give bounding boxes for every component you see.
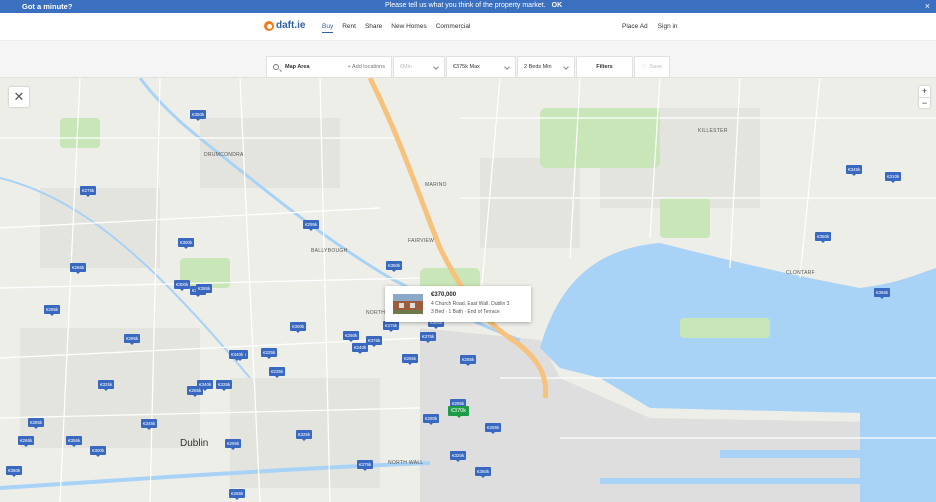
listing-popup[interactable]: €370,000 4 Church Road, East Wall, Dubli… [385,286,531,322]
selected-price-pin[interactable]: €370k [448,406,469,418]
price-pin[interactable]: €350k [815,232,832,243]
area-label: CLONTARF [786,270,815,276]
beds-min-value: 2 Beds Min [524,64,552,70]
heart-icon: ♡ [641,64,647,71]
price-pin[interactable]: €275k [80,186,97,197]
price-pin[interactable]: €345k [141,419,158,430]
price-pin[interactable]: €350k [386,261,403,272]
listing-photo[interactable] [393,294,423,314]
price-pin[interactable]: €300k [290,322,307,333]
price-pin[interactable]: €265k [70,263,87,274]
price-pin[interactable]: €320k [450,451,467,462]
nav-commercial[interactable]: Commercial [436,23,471,33]
price-pin[interactable]: €300k [178,238,195,249]
beds-min-select[interactable]: 2 Beds Min [517,56,575,78]
zoom-in-button[interactable]: + [919,86,930,97]
zoom-out-button[interactable]: − [919,97,930,108]
price-pin[interactable]: €295k [303,220,320,231]
listing-address: 4 Church Road, East Wall, Dublin 3 [431,301,510,307]
account-nav: Place Ad Sign in [622,23,688,30]
price-pin[interactable]: €375k [366,336,383,347]
price-pin[interactable]: €340k [229,350,246,361]
filter-bar: Map Area + Add locations €Min €375k Max … [0,41,936,78]
price-pin[interactable]: €365k [196,284,213,295]
location-tag[interactable]: Map Area [285,64,310,70]
close-map-button[interactable]: ✕ [9,87,29,107]
price-pin[interactable]: €295k [124,334,141,345]
save-search-button[interactable]: ♡ Save [634,56,670,78]
price-min-value: €Min [400,64,412,70]
banner-message-text: Please tell us what you think of the pro… [385,2,546,9]
price-max-select[interactable]: €375k Max [446,56,516,78]
price-pin[interactable]: €265k [402,354,419,365]
price-pin[interactable]: €265k [229,489,246,500]
price-pin[interactable]: €295k [44,305,61,316]
area-label: DRUMCONDRA [204,152,244,158]
place-ad-link[interactable]: Place Ad [622,23,648,30]
banner-message: Please tell us what you think of the pro… [385,2,562,9]
nav-rent[interactable]: Rent [342,23,356,33]
daft-logo-icon [264,20,274,31]
price-pin[interactable]: €280k [423,414,440,425]
area-label: BALLYBOUGH [311,248,348,254]
price-pin[interactable]: €295k [225,439,242,450]
area-label: MARINO [425,182,447,188]
nav-new-homes[interactable]: New Homes [391,23,426,33]
price-pin[interactable]: €265k [485,423,502,434]
price-min-select[interactable]: €Min [393,56,445,78]
add-locations-input[interactable]: + Add locations [348,64,385,70]
daft-logo[interactable]: daft.ie [264,20,305,31]
price-pin[interactable]: €260k [343,331,360,342]
chevron-down-icon [433,64,439,70]
city-label: Dublin [180,438,209,449]
save-label: Save [649,64,662,70]
price-pin[interactable]: €325k [296,430,313,441]
filters-label: Filters [596,64,613,70]
price-pin[interactable]: €265k [18,436,35,447]
price-pin[interactable]: €350k [475,467,492,478]
price-pin[interactable]: €360k [6,466,23,477]
logo-text: daft.ie [276,20,306,31]
area-label: KILLESTER [698,128,728,134]
price-pin[interactable]: €375k [383,321,400,332]
price-pin[interactable]: €300k [90,446,107,457]
price-pin[interactable]: €310k [885,172,902,183]
price-pin[interactable]: €375k [420,332,437,343]
nav-buy[interactable]: Buy [322,23,334,33]
listing-price: €370,000 [431,292,457,298]
price-pin[interactable]: €300k [174,280,191,291]
price-pin[interactable]: €265k [187,386,204,397]
area-label: FAIRVIEW [408,238,435,244]
map-view[interactable]: ✕ + − DRUMCONDRA MARINO KILLESTER FAIRVI… [0,78,936,502]
area-label: NORTH WALL [388,460,424,466]
sign-in-link[interactable]: Sign in [658,23,678,30]
price-pin[interactable]: €325k [98,380,115,391]
price-pin[interactable]: €235k [269,367,286,378]
banner-close-icon[interactable]: × [925,1,930,11]
chevron-down-icon [563,64,569,70]
price-pin[interactable]: €325k [216,380,233,391]
feedback-banner: Got a minute? Please tell us what you th… [0,0,936,13]
price-pin[interactable]: €355k [66,436,83,447]
chevron-down-icon [504,64,510,70]
banner-title: Got a minute? [22,2,73,11]
listing-meta: 3 Bed · 1 Bath · End of Terrace [431,309,500,315]
price-pin[interactable]: €285k [28,418,45,429]
price-pin[interactable]: €350k [190,110,207,121]
main-nav: Buy Rent Share New Homes Commercial [322,23,479,33]
price-pin[interactable]: €285k [460,355,477,366]
nav-share[interactable]: Share [365,23,382,33]
price-pin[interactable]: €345k [846,165,863,176]
filters-button[interactable]: Filters [576,56,633,78]
price-pin[interactable]: €365k [874,288,891,299]
location-search[interactable]: Map Area + Add locations [266,56,392,78]
price-pin[interactable]: €225k [261,348,278,359]
zoom-controls: + − [919,86,930,108]
banner-ok-button[interactable]: OK [552,2,563,9]
price-max-value: €375k Max [453,64,480,70]
site-header: daft.ie Buy Rent Share New Homes Commerc… [0,13,936,41]
search-icon [273,64,279,70]
price-pin[interactable]: €375k [357,460,374,471]
